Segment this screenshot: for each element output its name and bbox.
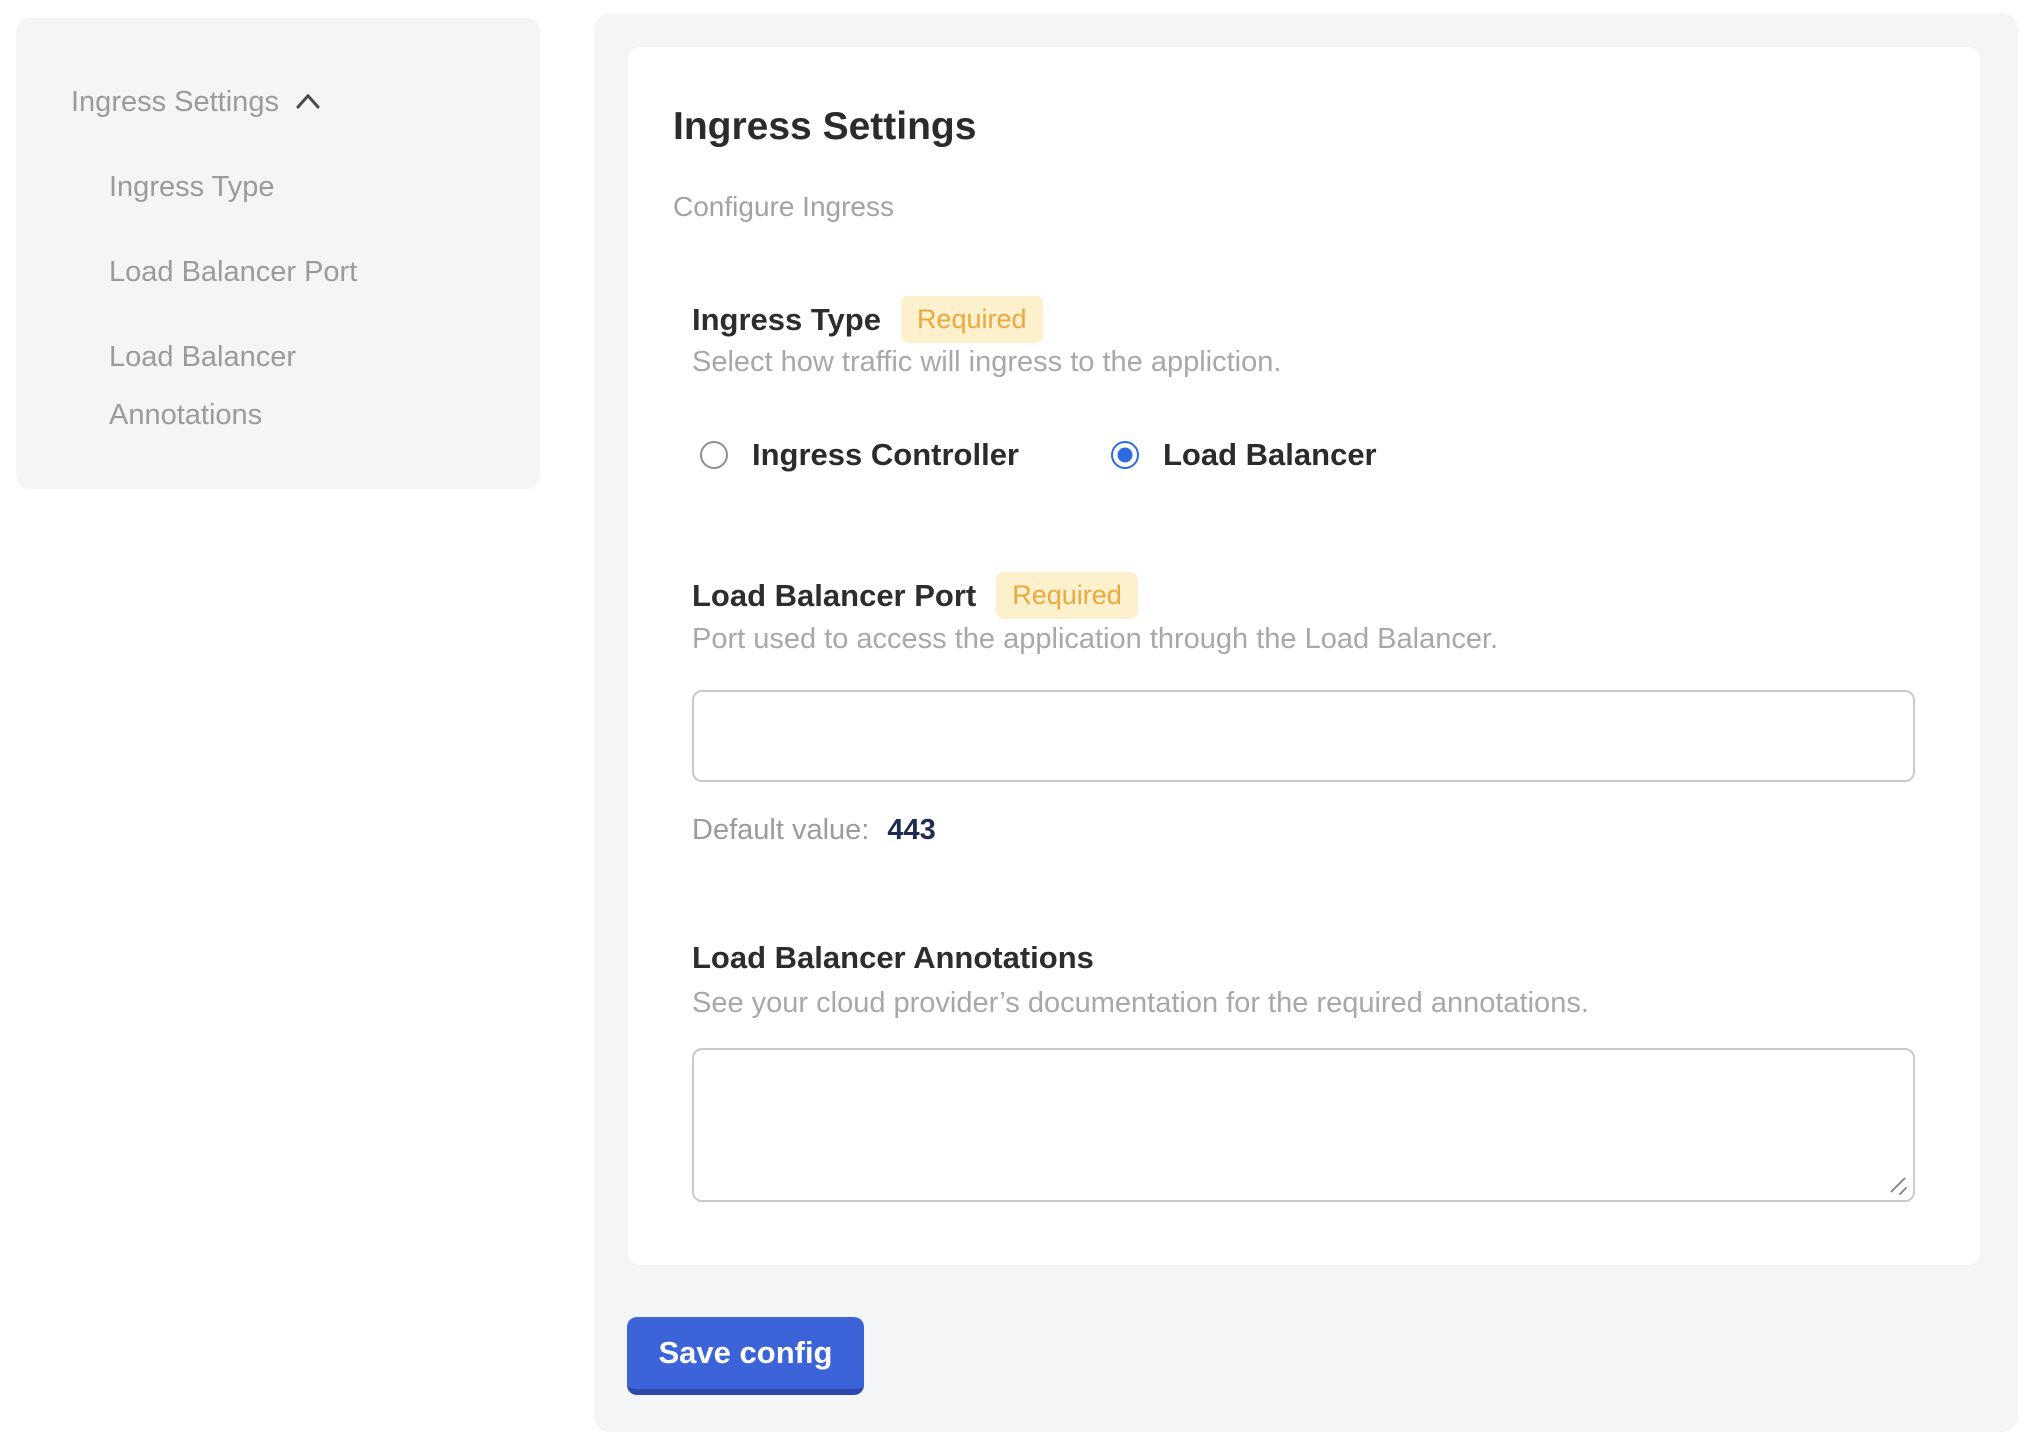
radio-option-load-balancer[interactable]: Load Balancer (1111, 437, 1377, 473)
default-value: 443 (887, 814, 935, 846)
load-balancer-annotations-textarea[interactable] (692, 1048, 1915, 1202)
annotations-textarea-wrap (692, 1048, 1915, 1202)
page: Ingress Settings Ingress Type Load Balan… (0, 0, 2036, 1452)
save-config-button[interactable]: Save config (627, 1317, 864, 1395)
sidebar-item-list: Ingress Type Load Balancer Port Load Bal… (109, 158, 379, 471)
default-value-line: Default value: 443 (692, 811, 936, 849)
ingress-type-heading: Ingress Type Required (692, 296, 1043, 343)
ingress-type-description: Select how traffic will ingress to the a… (692, 343, 1281, 381)
radio-checked-icon (1111, 441, 1139, 469)
load-balancer-annotations-description: See your cloud provider’s documentation … (692, 984, 1589, 1022)
sidebar-item-load-balancer-port[interactable]: Load Balancer Port (109, 243, 379, 301)
sidebar-group-ingress-settings[interactable]: Ingress Settings (71, 82, 323, 122)
load-balancer-port-description: Port used to access the application thro… (692, 620, 1498, 658)
chevron-up-icon (293, 87, 323, 117)
radio-option-label: Load Balancer (1163, 437, 1377, 473)
load-balancer-port-heading-label: Load Balancer Port (692, 574, 976, 618)
sidebar-item-load-balancer-annotations[interactable]: Load Balancer Annotations (109, 328, 379, 444)
load-balancer-annotations-heading-label: Load Balancer Annotations (692, 936, 1094, 980)
radio-option-label: Ingress Controller (752, 437, 1019, 473)
required-badge: Required (901, 296, 1043, 343)
ingress-type-options: Ingress Controller Load Balancer (700, 437, 1377, 473)
sidebar-nav: Ingress Settings Ingress Type Load Balan… (16, 18, 540, 489)
page-title: Ingress Settings (673, 103, 976, 151)
load-balancer-port-input[interactable] (692, 690, 1915, 782)
settings-panel: Ingress Settings Configure Ingress Ingre… (594, 13, 2018, 1432)
radio-unchecked-icon (700, 441, 728, 469)
page-subtitle: Configure Ingress (673, 187, 894, 227)
required-badge: Required (996, 572, 1138, 619)
ingress-type-heading-label: Ingress Type (692, 298, 881, 342)
default-value-label: Default value: (692, 814, 869, 846)
radio-option-ingress-controller[interactable]: Ingress Controller (700, 437, 1019, 473)
sidebar-group-label: Ingress Settings (71, 82, 279, 122)
ingress-settings-card: Ingress Settings Configure Ingress Ingre… (628, 47, 1980, 1265)
load-balancer-annotations-heading: Load Balancer Annotations (692, 936, 1094, 980)
load-balancer-port-heading: Load Balancer Port Required (692, 572, 1138, 619)
sidebar-item-ingress-type[interactable]: Ingress Type (109, 158, 379, 216)
